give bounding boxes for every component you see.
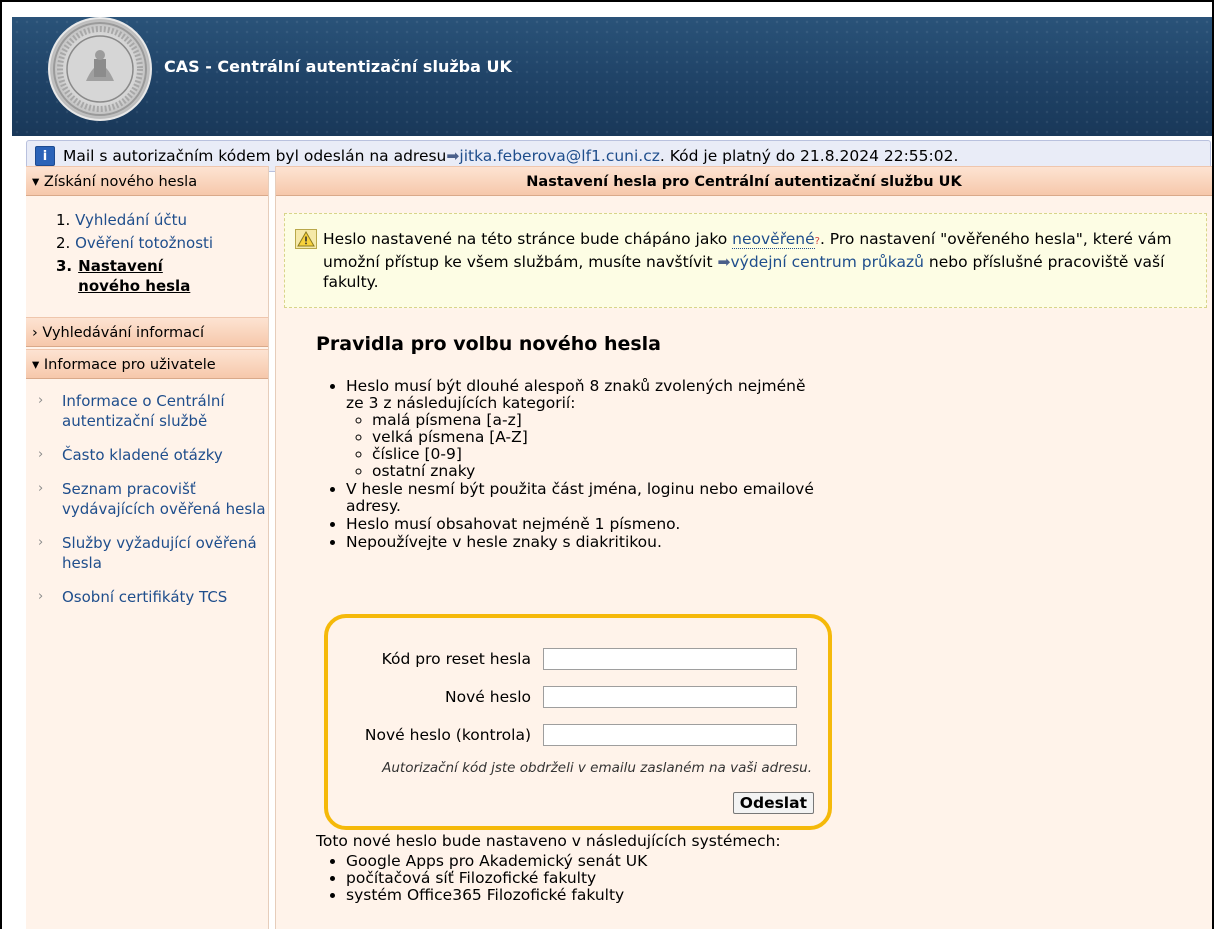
warning-text: Heslo nastavené na této stránce bude chá… <box>323 230 733 248</box>
sidebar-link-tcs[interactable]: Osobní certifikáty TCS <box>38 587 268 607</box>
arrow-right-icon: ➡ <box>446 147 460 165</box>
category-item: malá písmena [a-z] <box>372 412 816 429</box>
new-password-label: Nové heslo <box>445 688 531 706</box>
sidebar: ▾ Získání nového hesla 1. Vyhledání účtu… <box>26 166 269 929</box>
system-item: Google Apps pro Akademický senát UK <box>346 853 647 870</box>
categories-list: malá písmena [a-z] velká písmena [A-Z] č… <box>346 412 816 480</box>
page-frame: CAS - Centrální autentizační služba UK i… <box>0 17 1214 929</box>
window-top-strip <box>0 0 1214 17</box>
link-label[interactable]: Informace o Centrální autentizační služb… <box>62 392 225 430</box>
link-label[interactable]: Služby vyžadující ověřená hesla <box>62 534 257 572</box>
header-banner: CAS - Centrální autentizační služba UK <box>12 17 1212 136</box>
main-content: Nastavení hesla pro Centrální autentizač… <box>275 166 1212 929</box>
system-item: počítačová síť Filozofické fakulty <box>346 870 647 887</box>
form-row-new: Nové heslo <box>328 678 828 716</box>
rule-text: Heslo musí být dlouhé alespoň 8 znaků zv… <box>346 377 806 412</box>
link-label[interactable]: Seznam pracovišť vydávajících ověřená he… <box>62 480 266 518</box>
new-password-input[interactable] <box>543 686 797 708</box>
unverified-term-link[interactable]: neověřené <box>732 230 815 249</box>
rule-item: Heslo musí obsahovat nejméně 1 písmeno. <box>346 516 816 533</box>
submit-button[interactable]: Odeslat <box>732 792 814 814</box>
info-links: Informace o Centrální autentizační služb… <box>26 379 268 607</box>
form-row-confirm: Nové heslo (kontrola) <box>328 716 828 754</box>
step-number: 2. <box>56 234 71 252</box>
reset-code-input[interactable] <box>543 648 797 670</box>
form-row-code: Kód pro reset hesla <box>328 640 828 678</box>
university-seal-logo <box>48 17 152 121</box>
form-note: Autorizační kód jste obdrželi v emailu z… <box>382 760 812 776</box>
step-verify-identity[interactable]: 2. Ověření totožnosti <box>56 233 268 253</box>
sidebar-link-cas-info[interactable]: Informace o Centrální autentizační služb… <box>38 391 268 431</box>
password-rules: Heslo musí být dlouhé alespoň 8 znaků zv… <box>324 378 816 552</box>
sidebar-link-faq[interactable]: Často kladené otázky <box>38 445 268 465</box>
step-label[interactable]: Ověření totožnosti <box>75 234 213 252</box>
step-label[interactable]: Vyhledání účtu <box>75 211 187 229</box>
info-icon: i <box>35 146 55 166</box>
systems-heading: Toto nové heslo bude nastaveno v následu… <box>316 832 781 850</box>
rules-heading: Pravidla pro volbu nového hesla <box>316 333 661 355</box>
section-title: Získání nového hesla <box>43 174 198 190</box>
link-label[interactable]: Osobní certifikáty TCS <box>62 588 227 606</box>
seal-icon <box>53 22 147 116</box>
confirm-password-label: Nové heslo (kontrola) <box>364 726 531 744</box>
confirm-password-input[interactable] <box>543 724 797 746</box>
password-form: Kód pro reset hesla Nové heslo Nové hesl… <box>324 614 832 830</box>
warning-box: Heslo nastavené na této stránce bude chá… <box>284 213 1207 308</box>
system-item: systém Office365 Filozofické fakulty <box>346 887 647 904</box>
link-label[interactable]: Často kladené otázky <box>62 446 223 464</box>
email-link[interactable]: jitka.feberova@lf1.cuni.cz <box>459 147 660 165</box>
sidebar-section-new-password[interactable]: ▾ Získání nového hesla <box>26 166 268 196</box>
category-item: ostatní znaky <box>372 463 816 480</box>
systems-list: Google Apps pro Akademický senát UK počí… <box>324 853 647 904</box>
mail-notice-suffix: . Kód je platný do 21.8.2024 22:55:02. <box>659 147 959 165</box>
step-find-account[interactable]: 1. Vyhledání účtu <box>56 210 268 230</box>
code-label: Kód pro reset hesla <box>381 650 531 668</box>
mail-notice-prefix: Mail s autorizačním kódem byl odeslán na… <box>63 147 447 165</box>
step-number: 3. <box>56 257 73 275</box>
category-item: číslice [0-9] <box>372 446 816 463</box>
id-card-center-link[interactable]: výdejní centrum průkazů <box>730 253 923 271</box>
rule-item: Nepoužívejte v hesle znaky s diakritikou… <box>346 534 816 551</box>
warning-icon <box>295 229 317 249</box>
steps-list: 1. Vyhledání účtu 2. Ověření totožnosti … <box>26 196 268 311</box>
site-title: CAS - Centrální autentizační služba UK <box>164 57 512 76</box>
arrow-right-icon: ➡ <box>717 253 731 271</box>
step-set-password: 3. Nastavení nového hesla <box>56 256 268 296</box>
step-number: 1. <box>56 211 71 229</box>
category-item: velká písmena [A-Z] <box>372 429 816 446</box>
sidebar-link-workplaces[interactable]: Seznam pracovišť vydávajících ověřená he… <box>38 479 268 519</box>
section-title: Informace pro uživatele <box>43 357 216 373</box>
section-title: Vyhledávání informací <box>42 325 204 341</box>
rule-item: V hesle nesmí být použita část jména, lo… <box>346 481 816 515</box>
rule-item: Heslo musí být dlouhé alespoň 8 znaků zv… <box>346 378 816 480</box>
sidebar-section-user-info[interactable]: ▾ Informace pro uživatele <box>26 349 268 379</box>
page-title: Nastavení hesla pro Centrální autentizač… <box>276 166 1212 196</box>
sidebar-section-search-info[interactable]: › Vyhledávání informací <box>26 317 268 347</box>
step-label: Nastavení nového hesla <box>78 257 191 295</box>
sidebar-link-services[interactable]: Služby vyžadující ověřená hesla <box>38 533 268 573</box>
